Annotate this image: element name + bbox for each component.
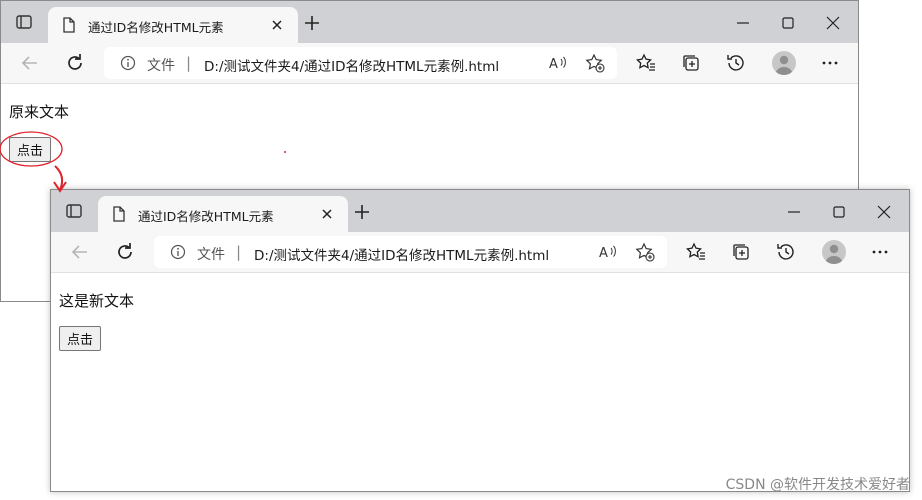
page-icon	[113, 206, 125, 222]
svg-text:A: A	[549, 57, 558, 72]
tab-actions-icon[interactable]	[65, 202, 83, 220]
maximize-icon[interactable]	[780, 15, 796, 31]
close-window-icon[interactable]	[824, 14, 842, 32]
address-bar[interactable]: 文件 | D:/测试文件夹4/通过ID名修改HTML元素例.html A	[104, 47, 617, 79]
page-text: 这是新文本	[59, 292, 135, 310]
profile-avatar[interactable]	[772, 51, 796, 75]
close-tab-icon[interactable]	[317, 204, 337, 224]
svg-text:A: A	[599, 246, 608, 261]
watermark: CSDN @软件开发技术爱好者	[725, 477, 910, 493]
reload-icon[interactable]	[114, 241, 136, 263]
history-icon[interactable]	[775, 241, 797, 263]
tab-bar: 通过ID名修改HTML元素	[1, 1, 858, 43]
favorites-icon[interactable]	[685, 241, 707, 263]
maximize-icon[interactable]	[831, 204, 847, 220]
tab-title: 通过ID名修改HTML元素	[138, 209, 274, 224]
minimize-icon[interactable]	[786, 204, 802, 220]
info-icon[interactable]	[170, 244, 186, 260]
add-favorite-icon[interactable]	[635, 242, 655, 262]
click-button[interactable]: 点击	[59, 326, 102, 351]
page-icon	[63, 17, 75, 33]
address-url[interactable]: D:/测试文件夹4/通过ID名修改HTML元素例.html	[254, 244, 549, 264]
address-url[interactable]: D:/测试文件夹4/通过ID名修改HTML元素例.html	[204, 55, 499, 75]
tab-current[interactable]: 通过ID名修改HTML元素	[98, 196, 348, 232]
browser-toolbar: 文件 | D:/测试文件夹4/通过ID名修改HTML元素例.html A	[51, 232, 909, 273]
address-separator: |	[186, 54, 192, 72]
back-icon[interactable]	[19, 52, 41, 74]
collections-icon[interactable]	[680, 52, 702, 74]
tab-current[interactable]: 通过ID名修改HTML元素	[48, 7, 298, 43]
address-scheme-label: 文件	[147, 58, 175, 74]
read-aloud-icon[interactable]: A	[598, 243, 618, 261]
more-icon[interactable]	[819, 52, 841, 74]
collections-icon[interactable]	[730, 241, 752, 263]
page-content: 这是新文本 点击	[51, 273, 909, 491]
page-text: 原来文本	[9, 103, 70, 121]
favorites-icon[interactable]	[635, 52, 657, 74]
add-favorite-icon[interactable]	[585, 53, 605, 73]
tab-actions-icon[interactable]	[15, 13, 33, 31]
browser-window-after: 通过ID名修改HTML元素 文件 | D:/测试文件夹4/通过ID名修改HTML…	[50, 189, 910, 492]
address-scheme-label: 文件	[197, 247, 225, 263]
new-tab-icon[interactable]	[303, 14, 321, 32]
address-bar[interactable]: 文件 | D:/测试文件夹4/通过ID名修改HTML元素例.html A	[154, 236, 667, 268]
history-icon[interactable]	[725, 52, 747, 74]
address-separator: |	[236, 243, 242, 261]
click-button[interactable]: 点击	[9, 137, 52, 162]
profile-avatar[interactable]	[822, 240, 846, 264]
browser-toolbar: 文件 | D:/测试文件夹4/通过ID名修改HTML元素例.html A	[1, 43, 858, 84]
reload-icon[interactable]	[64, 52, 86, 74]
tab-bar: 通过ID名修改HTML元素	[51, 190, 909, 232]
new-tab-icon[interactable]	[353, 203, 371, 221]
close-window-icon[interactable]	[875, 203, 893, 221]
info-icon[interactable]	[120, 55, 136, 71]
read-aloud-icon[interactable]: A	[548, 54, 568, 72]
tab-title: 通过ID名修改HTML元素	[88, 20, 224, 35]
more-icon[interactable]	[869, 241, 891, 263]
minimize-icon[interactable]	[735, 15, 751, 31]
back-icon[interactable]	[69, 241, 91, 263]
close-tab-icon[interactable]	[267, 15, 287, 35]
